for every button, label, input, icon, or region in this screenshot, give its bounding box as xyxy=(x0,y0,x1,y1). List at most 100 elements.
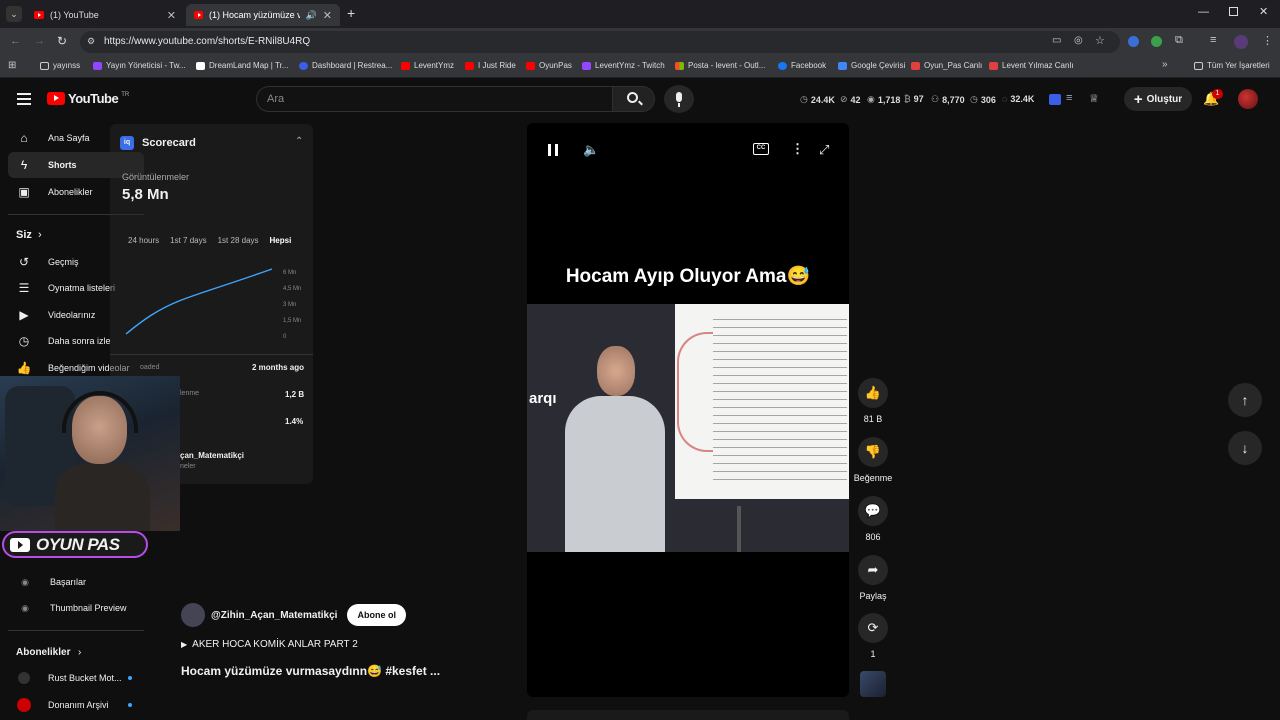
bookmark-item[interactable]: Facebook xyxy=(778,61,826,70)
playlist-link[interactable]: ▶ AKER HOCA KOMİK ANLAR PART 2 xyxy=(181,639,358,650)
trophy-icon[interactable]: ♕ xyxy=(1089,92,1099,105)
person-body xyxy=(565,396,665,552)
likes-label: lenme xyxy=(180,390,200,397)
previous-video-button[interactable]: ↑ xyxy=(1228,383,1262,417)
remix-icon: ⟳ xyxy=(858,613,888,643)
bookmark-item[interactable]: OyunPas xyxy=(526,61,572,70)
like-button[interactable]: 👍 81 B xyxy=(853,378,893,424)
play-icon: ▶ xyxy=(181,640,188,649)
scorecard-channel-name: çan_Matematikçi xyxy=(180,451,245,460)
share-button[interactable]: ➦ Paylaş xyxy=(853,555,893,601)
youtube-logo[interactable]: YouTube TR xyxy=(47,91,129,106)
extension-icon[interactable] xyxy=(1151,36,1162,47)
extensions-puzzle-icon[interactable]: ⧉ xyxy=(1175,34,1183,47)
speaker-icon[interactable]: 🔊 xyxy=(306,10,317,21)
list-icon[interactable]: ≡ xyxy=(1066,92,1072,104)
sidebar-sub-item[interactable]: Rust Bucket Mot... xyxy=(0,665,150,691)
tab-youtube-home[interactable]: (1) YouTube ✕ xyxy=(26,4,184,26)
tab-title: (1) YouTube xyxy=(50,10,99,20)
new-content-dot xyxy=(128,676,132,680)
vidiq-icon[interactable] xyxy=(1049,94,1061,105)
reload-icon[interactable]: ↻ xyxy=(57,34,67,48)
pause-icon[interactable] xyxy=(548,144,558,156)
bookmark-item[interactable]: LeventYmz xyxy=(401,61,454,70)
sidebar-item-thumbnail-preview[interactable]: ◉ Thumbnail Preview xyxy=(0,595,150,621)
more-options-icon[interactable]: ⋮ xyxy=(791,141,804,157)
collapse-chevron-icon[interactable]: ⌃ xyxy=(295,136,303,147)
url-field[interactable]: ⚙ https://www.youtube.com/shorts/E-RNil8… xyxy=(80,31,1120,53)
channel-avatar[interactable] xyxy=(181,603,205,627)
dislike-button[interactable]: 👎 Beğenme xyxy=(849,437,897,483)
close-icon[interactable]: ✕ xyxy=(323,9,332,22)
menu-icon[interactable]: ⋮ xyxy=(1262,34,1273,47)
bookmark-item[interactable]: Posta - levent - Outl... xyxy=(675,61,765,70)
next-video-button[interactable]: ↓ xyxy=(1228,431,1262,465)
bookmark-item[interactable]: Dashboard | Restrea... xyxy=(299,61,392,70)
bookmark-item[interactable]: DreamLand Map | Tr... xyxy=(196,61,288,70)
site-info-icon[interactable]: ⚙ xyxy=(87,36,95,47)
tab-all[interactable]: Hepsi xyxy=(270,236,292,245)
stat-watch-hours: ◷ 24.4K xyxy=(800,94,835,105)
create-button[interactable]: + Oluştur xyxy=(1124,87,1192,111)
close-icon[interactable]: ✕ xyxy=(167,9,176,22)
tab-title: (1) Hocam yüzümüze vurma xyxy=(209,10,300,20)
captions-icon[interactable]: CC xyxy=(753,143,769,155)
bookmark-item[interactable]: Yayın Yöneticisi - Tw... xyxy=(93,61,186,70)
new-tab-button[interactable]: + xyxy=(347,5,355,21)
playlist-icon: ☰ xyxy=(18,281,30,295)
hamburger-menu-icon[interactable] xyxy=(17,93,31,105)
remix-button[interactable]: ⟳ 1 xyxy=(853,613,893,659)
folder-icon xyxy=(40,61,49,70)
subscribe-button[interactable]: Abone ol xyxy=(347,604,406,626)
extension-icon[interactable] xyxy=(1128,36,1139,47)
profile-avatar[interactable] xyxy=(1234,35,1248,49)
logo-text: YouTube xyxy=(68,91,119,106)
bookmark-item[interactable]: yayınss xyxy=(40,61,80,70)
reading-list-icon[interactable]: ≡ xyxy=(1210,34,1216,46)
close-window-button[interactable]: ✕ xyxy=(1259,5,1268,18)
account-avatar[interactable] xyxy=(1238,89,1258,109)
forward-icon[interactable]: → xyxy=(34,35,45,47)
maximize-button[interactable] xyxy=(1229,7,1238,16)
tab-shorts-video[interactable]: (1) Hocam yüzümüze vurma 🔊 ✕ xyxy=(186,4,340,26)
search-button[interactable] xyxy=(613,86,655,112)
search-input[interactable]: Ara xyxy=(256,86,613,112)
all-bookmarks-button[interactable]: Tüm Yer İşaretleri xyxy=(1194,61,1270,70)
bookmark-item[interactable]: Google Çevirisi xyxy=(838,61,905,70)
bookmark-item[interactable]: I Just Ride xyxy=(465,61,516,70)
subscriptions-icon: ▣ xyxy=(18,185,30,199)
chevron-right-icon: › xyxy=(78,646,82,658)
stat-live-viewers: ⊘ 42 xyxy=(840,94,861,105)
eye-icon: ◉ xyxy=(867,94,875,104)
voice-search-button[interactable] xyxy=(664,85,694,113)
sidebar-sub-item[interactable]: Donanım Arşivi xyxy=(0,692,150,718)
back-icon[interactable]: ← xyxy=(10,35,21,47)
tracking-icon[interactable]: ◎ xyxy=(1074,35,1083,46)
minimize-button[interactable]: — xyxy=(1198,6,1209,18)
install-app-icon[interactable]: ▭ xyxy=(1052,35,1061,46)
sound-thumbnail[interactable] xyxy=(860,671,886,697)
thumbs-down-icon: 👎 xyxy=(858,437,888,467)
achievements-icon: ◉ xyxy=(21,576,29,587)
channel-handle[interactable]: @Zihin_Açan_Matematikçi xyxy=(211,610,337,621)
outlook-icon xyxy=(675,61,684,70)
tab-24-hours[interactable]: 24 hours xyxy=(128,236,159,245)
sidebar-subscriptions-header[interactable]: Abonelikler › xyxy=(0,639,150,665)
bookmark-item[interactable]: LeventYmz - Twitch xyxy=(582,61,665,70)
bookmark-item[interactable]: Levent Yılmaz Canlı xyxy=(989,61,1073,70)
bookmark-item[interactable]: Oyun_Pas Canlı xyxy=(911,61,982,70)
tab-search-icon[interactable]: ⌄ xyxy=(6,6,22,22)
apps-grid-icon[interactable]: ⊞ xyxy=(8,60,16,71)
tab-28-days[interactable]: 1st 28 days xyxy=(218,236,259,245)
more-bookmarks-icon[interactable]: » xyxy=(1162,59,1168,70)
shorts-video-player[interactable]: 🔈 CC ⋮ ⤢ Hocam Ayıp Oluyor Ama😅 arqı xyxy=(527,123,849,697)
volume-icon[interactable]: 🔈 xyxy=(583,142,599,158)
comments-button[interactable]: 💬 806 xyxy=(853,496,893,542)
tab-7-days[interactable]: 1st 7 days xyxy=(170,236,206,245)
sidebar-item-achievements[interactable]: ◉ Başarılar xyxy=(0,569,150,595)
scorecard-header[interactable]: iq Scorecard xyxy=(120,136,196,150)
bookmark-star-icon[interactable]: ☆ xyxy=(1095,34,1105,47)
search-icon xyxy=(627,92,638,103)
fullscreen-icon[interactable]: ⤢ xyxy=(819,142,829,158)
easel-stand xyxy=(737,506,741,552)
